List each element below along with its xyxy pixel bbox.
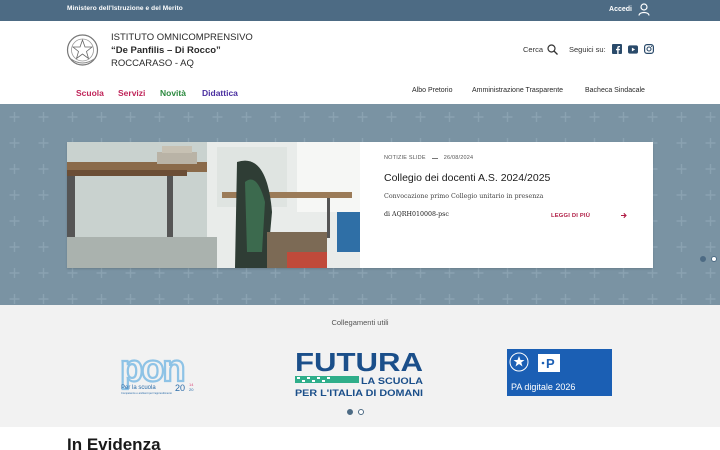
school-name-line1: ISTITUTO OMNICOMPRENSIVO: [111, 32, 253, 43]
futura-line2: LA SCUOLA: [361, 376, 423, 387]
futura-line3: PER L'ITALIA DI DOMANI: [295, 388, 423, 398]
slide-date: 26/08/2024: [443, 155, 474, 161]
links-pagination: [347, 409, 364, 415]
social-links: Seguici su:: [569, 44, 654, 54]
useful-links-title: Collegamenti utili: [331, 318, 389, 327]
school-name-line2: “De Panfilis – Di Rocco”: [111, 45, 221, 56]
search-label: Cerca: [523, 45, 544, 54]
svg-text:P: P: [546, 356, 555, 371]
search-button[interactable]: Cerca: [523, 44, 558, 55]
nav-item-servizi[interactable]: Servizi: [118, 88, 145, 98]
slide-author: di AQRH010008-psc: [384, 211, 449, 218]
useful-links-section: Collegamenti utili pon Per la scuola Com…: [0, 305, 720, 427]
nav-item-didattica[interactable]: Didattica: [202, 88, 238, 98]
svg-text:20: 20: [189, 387, 194, 392]
social-label: Seguici su:: [569, 44, 606, 54]
futura-line1: FUTURA: [295, 347, 423, 377]
svg-text:20: 20: [175, 383, 185, 393]
slide-title[interactable]: Collegio dei docenti A.S. 2024/2025: [384, 172, 550, 184]
news-slide[interactable]: NOTIZIE SLIDE 26/08/2024 Collegio dei do…: [67, 142, 717, 268]
school-name-line3: ROCCARASO - AQ: [111, 58, 194, 69]
futura-logo-link[interactable]: FUTURA LA SCUOLA PER L'ITALIA DI DOMANI: [293, 347, 425, 399]
youtube-icon[interactable]: [627, 44, 638, 54]
republic-emblem-logo[interactable]: [66, 32, 99, 68]
search-icon: [547, 44, 558, 55]
nav-item-scuola[interactable]: Scuola: [76, 88, 104, 98]
login-label: Accedi: [609, 6, 632, 13]
pa-digitale-label: PA digitale 2026: [511, 382, 575, 392]
meta-separator: [431, 157, 438, 159]
pon-logo: pon Per la scuola Competenze e ambienti …: [119, 347, 194, 395]
links-dot-1[interactable]: [347, 409, 353, 415]
login-button[interactable]: Accedi: [609, 3, 650, 16]
read-more-link[interactable]: LEGGI DI PIÙ: [551, 212, 627, 219]
arrow-right-icon: [621, 212, 627, 219]
slide-dot-1[interactable]: [700, 256, 706, 262]
ministry-bar: Ministero dell'Istruzione e del Merito A…: [0, 0, 720, 21]
classroom-photo: [67, 142, 360, 268]
slide-pagination: [700, 256, 720, 262]
pon-logo-link[interactable]: pon Per la scuola Competenze e ambienti …: [119, 347, 201, 399]
pon-caption: Per la scuola: [121, 385, 156, 391]
slide-meta: NOTIZIE SLIDE 26/08/2024: [384, 155, 473, 161]
futura-logo: FUTURA LA SCUOLA PER L'ITALIA DI DOMANI: [295, 347, 423, 398]
nav-item-amministrazione-trasparente[interactable]: Amministrazione Trasparente: [472, 87, 563, 94]
school-name[interactable]: ISTITUTO OMNICOMPRENSIVO “De Panfilis – …: [111, 31, 253, 70]
read-more-label: LEGGI DI PIÙ: [551, 212, 591, 219]
facebook-icon[interactable]: [611, 44, 622, 54]
ministry-link[interactable]: Ministero dell'Istruzione e del Merito: [67, 5, 183, 12]
slide-description: Convocazione primo Collegio unitario in …: [384, 193, 544, 200]
slide-dot-2[interactable]: [711, 256, 717, 262]
nav-item-albo-pretorio[interactable]: Albo Pretorio: [412, 87, 452, 94]
site-header: ISTITUTO OMNICOMPRENSIVO “De Panfilis – …: [0, 21, 720, 104]
pon-sub: Competenze e ambienti per l'apprendiment…: [121, 391, 173, 395]
nav-item-bacheca-sindacale[interactable]: Bacheca Sindacale: [585, 87, 645, 94]
user-icon: [638, 3, 650, 16]
pa-digitale-logo-link[interactable]: P PA digitale 2026: [507, 349, 612, 396]
nav-item-novita[interactable]: Novità: [160, 88, 186, 98]
pa-digitale-logo: P PA digitale 2026: [509, 352, 575, 392]
slide-content: NOTIZIE SLIDE 26/08/2024 Collegio dei do…: [384, 142, 717, 268]
evidenza-title: In Evidenza: [67, 435, 161, 450]
slide-category[interactable]: NOTIZIE SLIDE: [384, 155, 426, 161]
links-dot-2[interactable]: [358, 409, 364, 415]
evidenza-section: In Evidenza: [0, 427, 720, 450]
hero-section: NOTIZIE SLIDE 26/08/2024 Collegio dei do…: [0, 104, 720, 305]
instagram-icon[interactable]: [643, 44, 654, 54]
